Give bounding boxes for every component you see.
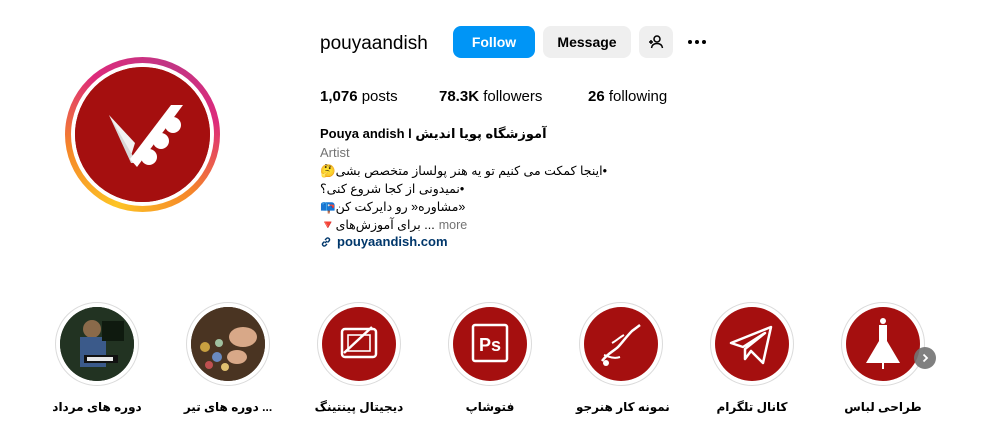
- followers-stat[interactable]: 78.3K followers: [439, 88, 542, 105]
- bio-display-name: Pouya andish l آموزشگاه پویا اندیش: [320, 126, 547, 141]
- avatar-logo: [75, 67, 210, 202]
- highlight-item[interactable]: دوره های تیر ...: [183, 302, 273, 414]
- highlight-label: دوره های تیر ...: [183, 400, 273, 414]
- follow-button[interactable]: Follow: [453, 26, 535, 58]
- bio-category: Artist: [320, 145, 350, 160]
- highlight-item[interactable]: دوره های مرداد: [52, 302, 142, 414]
- highlight-label: طراحی لباس: [844, 400, 922, 414]
- bio-line-4-text: 🔻برای آموزش‌های ...: [320, 218, 435, 232]
- posts-count: 1,076: [320, 88, 358, 105]
- posts-label: posts: [361, 88, 398, 105]
- username: pouyaandish: [320, 33, 428, 54]
- bio-line-3: 📪مشاوره« رو دایرکت کن»: [320, 200, 466, 214]
- highlight-label: دوره های مرداد: [52, 400, 142, 414]
- photo-thumbnail-icon: [60, 307, 134, 381]
- following-count: 26: [588, 88, 605, 105]
- followers-label: followers: [483, 88, 543, 105]
- more-options-icon[interactable]: [684, 31, 710, 53]
- bio-website-link[interactable]: pouyaandish.com: [320, 234, 448, 249]
- highlight-item[interactable]: کانال تلگرام: [707, 302, 797, 414]
- highlight-item[interactable]: نمونه کار هنرجو: [576, 302, 670, 414]
- telegram-icon: [715, 307, 789, 381]
- bio-line-1: 🤔اینجا کمکت می کنیم تو یه هنر پولساز متخ…: [320, 164, 607, 178]
- highlight-label: کانال تلگرام: [716, 400, 788, 414]
- following-stat[interactable]: 26 following: [588, 88, 667, 105]
- highlight-label: نمونه کار هنرجو: [576, 400, 670, 414]
- highlight-label: دیجیتال پینتینگ: [314, 400, 404, 414]
- photo-thumbnail-icon: [191, 307, 265, 381]
- highlight-item[interactable]: دیجیتال پینتینگ: [314, 302, 404, 414]
- bio-line-2: نمیدونی از کجا شروع کنی؟•: [320, 182, 465, 196]
- bio-more-link[interactable]: more: [439, 218, 467, 232]
- tablet-icon: [322, 307, 396, 381]
- photoshop-icon: Ps: [453, 307, 527, 381]
- profile-avatar[interactable]: [65, 57, 220, 212]
- highlight-item[interactable]: Ps فتوشاپ: [445, 302, 535, 414]
- message-button[interactable]: Message: [543, 26, 631, 58]
- brush-hand-icon: [584, 307, 658, 381]
- following-label: following: [608, 88, 668, 105]
- suggest-user-button[interactable]: [639, 26, 673, 58]
- add-user-icon: [649, 35, 664, 49]
- followers-count: 78.3K: [439, 88, 480, 105]
- highlight-label: فتوشاپ: [465, 400, 515, 414]
- chevron-right-icon[interactable]: [914, 347, 936, 369]
- pouya-andish-logo-icon: [75, 67, 210, 202]
- dress-icon: [846, 307, 920, 381]
- bio-link-text: pouyaandish.com: [337, 234, 448, 249]
- posts-stat: 1,076 posts: [320, 88, 398, 105]
- link-icon: [321, 236, 331, 247]
- bio-line-4: 🔻برای آموزش‌های ... more: [320, 217, 467, 233]
- svg-text:Ps: Ps: [479, 335, 501, 355]
